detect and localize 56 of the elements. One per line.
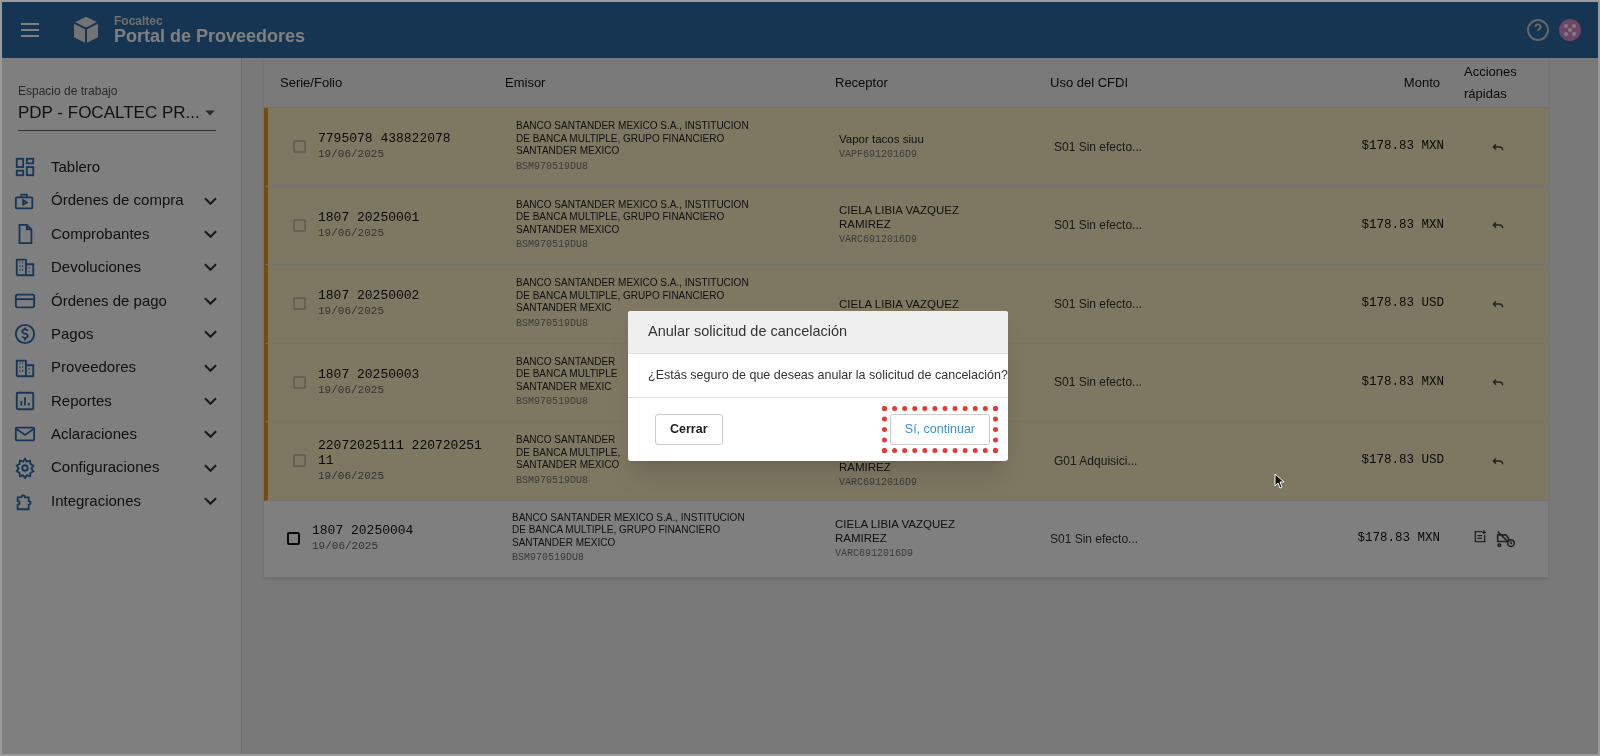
rfc-text: BSM970519DU8 (512, 551, 584, 566)
column-header: Acciones rápidas (1464, 62, 1518, 103)
column-header: Emisor (505, 73, 547, 92)
amount-text: $178.83 MXN (1361, 216, 1444, 234)
receptor-name: CIELA LIBIA VAZQUEZ RAMIREZ (835, 516, 956, 545)
date-text: 19/06/2025 (318, 304, 385, 319)
rfc-text: BSM970519DU8 (516, 238, 588, 252)
date-text: 19/06/2025 (312, 538, 379, 554)
receptor-name: Vapor tacos siuu (839, 131, 924, 146)
date-text: 19/06/2025 (318, 225, 385, 241)
emisor-name: BANCO SANTANDER MEXICO S.A., INSTITUCION DE BANCA MULTIPLE, GRUPO FINANCIERO SANTANDER MEXICO (516, 120, 749, 158)
emisor-name: BANCO SANTANDER DE BANCA MULTIPLE, SANTANDER MEXICO (516, 434, 621, 472)
rfc-text: BSM970519DU8 (516, 473, 588, 488)
rfc-text: BSM970519DU8 (516, 316, 588, 331)
rfc-text: BSM970519DU8 (516, 395, 588, 409)
emisor-name: BANCO SANTANDER DE BANCA MULTIPLE SANTANDER MEXIC (516, 355, 618, 393)
receptor-name: CIELA LIBIA VAZQUEZ (839, 296, 959, 311)
folio-text: 22072025111 220720251 11 (318, 437, 483, 468)
amount-text: $178.83 USD (1361, 295, 1444, 313)
brand-title: Portal de Proveedores (114, 27, 306, 45)
column-header: Monto (1403, 73, 1440, 92)
folio-text: 1807 20250004 (312, 522, 415, 538)
cfdi-use-text: G01 Adquisici... (1054, 452, 1138, 470)
emisor-name: BANCO SANTANDER MEXICO S.A., INSTITUCION DE BANCA MULTIPLE, GRUPO FINANCIERO SANTANDER MEXICO (516, 198, 749, 236)
emisor-name: BANCO SANTANDER MEXICO S.A., INSTITUCION DE BANCA MULTIPLE, GRUPO FINANCIERO SANTANDER MEXICO (512, 511, 745, 550)
rfc-text: VARC6912016D9 (839, 475, 917, 490)
date-text: 19/06/2025 (318, 382, 385, 398)
column-header: Receptor (835, 73, 889, 92)
receptor-name: CIELA LIBIA VAZQUEZ RAMIREZ (839, 203, 960, 232)
folio-text: 7795078 438822078 (318, 131, 452, 146)
receptor-name: RAMIREZ (839, 459, 891, 474)
cfdi-use-text: S01 Sin efecto... (1054, 138, 1143, 156)
rfc-text: VAPF6912016D9 (839, 147, 917, 162)
cfdi-use-text: S01 Sin efecto... (1050, 530, 1139, 548)
rfc-text: VARC6912016D9 (839, 233, 917, 248)
amount-text: $178.83 MXN (1357, 530, 1440, 548)
column-header: Uso del CFDI (1050, 73, 1130, 92)
folio-text: 1807 20250003 (318, 366, 421, 382)
date-text: 19/06/2025 (318, 147, 385, 162)
cfdi-use-text: S01 Sin efecto... (1054, 217, 1143, 235)
folio-text: 1807 20250001 (318, 209, 421, 225)
dialog-message: ¿Estás seguro de que deseas anular la solicitud de cancelación? (648, 367, 1008, 385)
cfdi-use-text: S01 Sin efecto... (1054, 374, 1143, 392)
date-text: 19/06/2025 (318, 468, 385, 484)
dialog-title: Anular solicitud de cancelación (648, 322, 848, 342)
amount-text: $178.83 MXN (1361, 373, 1444, 391)
rfc-text: BSM970519DU8 (516, 159, 588, 174)
amount-text: $178.83 USD (1361, 452, 1444, 470)
brand-subtitle: Focaltec (114, 15, 164, 27)
column-header: Serie/Folio (279, 73, 344, 92)
rfc-text: VARC6912016D9 (835, 546, 913, 561)
folio-text: 1807 20250002 (318, 288, 421, 303)
amount-text: $178.83 MXN (1361, 138, 1444, 156)
emisor-name: BANCO SANTANDER MEXICO S.A., INSTITUCION DE BANCA MULTIPLE, GRUPO FINANCIERO SANTANDER MEXIC (516, 277, 749, 315)
cfdi-use-text: S01 Sin efecto... (1054, 295, 1143, 313)
workspace-label: Espacio de trabajo (18, 83, 119, 100)
